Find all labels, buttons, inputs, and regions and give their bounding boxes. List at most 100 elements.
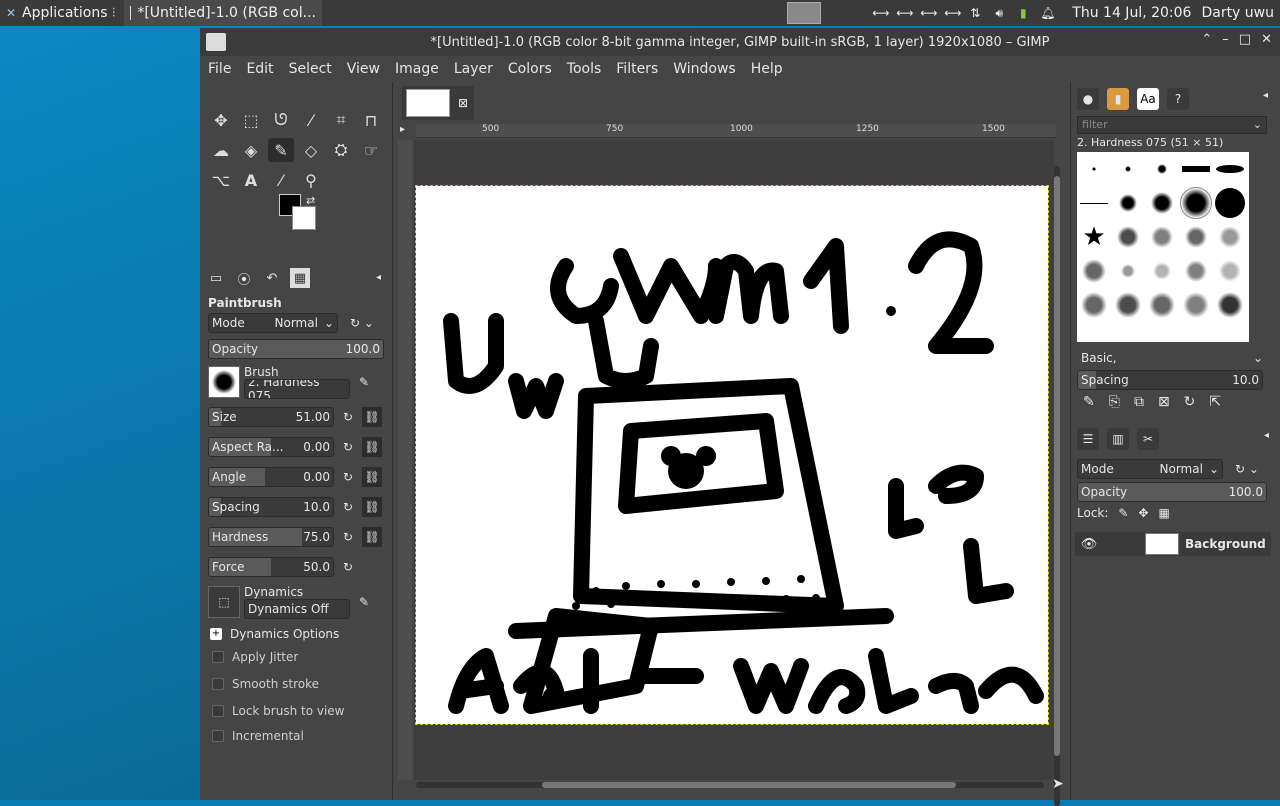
network-icon[interactable]: ⟷ [896, 6, 913, 20]
size-slider[interactable]: Size 51.00 [208, 407, 334, 427]
menu-filters[interactable]: Filters [616, 61, 658, 77]
angle-slider[interactable]: Angle 0.00 [208, 467, 334, 487]
brush-item[interactable] [1153, 262, 1171, 280]
panel-menu-icon[interactable]: ◂ [1264, 430, 1269, 441]
brush-item[interactable] [1217, 292, 1243, 318]
minimize-button[interactable]: – [1222, 32, 1229, 47]
brush-spacing-slider[interactable]: Spacing 10.0 [1077, 370, 1263, 390]
smooth-stroke-checkbox[interactable]: Smooth stroke [212, 677, 392, 691]
reset-icon[interactable]: ↻ [338, 527, 358, 547]
layer-mode-select[interactable]: Mode Normal ⌄ [1077, 459, 1223, 479]
close-tab-icon[interactable]: ⊠ [458, 96, 468, 110]
edit-brush-icon[interactable]: ✎ [1083, 394, 1095, 410]
bucket-fill-tool-icon[interactable]: ◈ [238, 138, 264, 162]
link-icon[interactable]: ⛓ [362, 497, 382, 517]
menu-help[interactable]: Help [751, 61, 783, 77]
menu-file[interactable]: File [208, 61, 231, 77]
brush-item[interactable] [1219, 260, 1241, 282]
unified-transform-tool-icon[interactable]: ⊓ [358, 108, 384, 132]
force-slider[interactable]: Force 50.0 [208, 557, 334, 577]
move-tool-icon[interactable]: ✥ [208, 108, 234, 132]
refresh-brushes-icon[interactable]: ↻ [1184, 394, 1196, 410]
reset-icon[interactable]: ↻ [338, 437, 358, 457]
window-titlebar[interactable]: *[Untitled]-1.0 (RGB color 8-bit gamma i… [200, 28, 1280, 56]
crop-tool-icon[interactable]: ⌗ [328, 108, 354, 132]
lock-brush-checkbox[interactable]: Lock brush to view [212, 704, 392, 718]
zoom-tool-icon[interactable]: ⚲ [298, 168, 324, 192]
network-icon[interactable]: ⟷ [944, 6, 961, 20]
brushes-tab-icon[interactable]: ● [1077, 88, 1099, 110]
brush-item[interactable] [1219, 226, 1241, 248]
brush-item[interactable] [1121, 264, 1135, 278]
fuzzy-select-tool-icon[interactable]: ⁄ [298, 108, 324, 132]
reset-icon[interactable]: ↻ [338, 557, 358, 577]
workspace-pager[interactable] [787, 2, 821, 24]
brush-item[interactable] [1119, 194, 1137, 212]
brush-item[interactable] [1151, 226, 1173, 248]
layer-row-background[interactable]: 👁︎ Background [1075, 532, 1271, 556]
applications-menu[interactable]: ✕ Applications ⁝ [0, 0, 120, 26]
brush-item[interactable] [1183, 292, 1209, 318]
panel-menu-icon[interactable]: ◂ [1263, 90, 1268, 101]
new-brush-icon[interactable]: ⎘ [1109, 394, 1120, 410]
mode-select[interactable]: Mode Normal ⌄ [208, 313, 338, 333]
brush-name-field[interactable]: 2. Hardness 075 [244, 379, 350, 399]
network-icon[interactable]: ⟷ [872, 6, 889, 20]
color-picker-tool-icon[interactable]: ⁄ [268, 168, 294, 192]
maximize-button[interactable]: □ [1239, 32, 1251, 47]
taskbar-gimp-window[interactable]: *[Untitled]-1.0 (RGB col... [123, 0, 322, 26]
brush-item[interactable]: ★ [1082, 222, 1105, 252]
eye-icon[interactable]: 👁︎ [1075, 537, 1103, 552]
device-status-tab-icon[interactable]: ⦿ [234, 268, 254, 288]
drawing-canvas[interactable] [415, 185, 1049, 725]
open-as-image-icon[interactable]: ⇱ [1209, 394, 1221, 410]
layers-tab-icon[interactable]: ☰ [1077, 428, 1099, 450]
clock[interactable]: Thu 14 Jul, 20:06 [1072, 5, 1191, 21]
brush-item[interactable] [1215, 188, 1245, 218]
brush-grid[interactable]: ★ [1077, 152, 1249, 342]
brush-item[interactable] [1157, 164, 1167, 174]
images-tab-icon[interactable]: ▦ [290, 268, 310, 288]
brush-item[interactable] [1092, 167, 1096, 171]
rect-select-tool-icon[interactable]: ⬚ [238, 108, 264, 132]
incremental-checkbox[interactable]: Incremental [212, 729, 392, 743]
menu-layer[interactable]: Layer [454, 61, 493, 77]
brush-item[interactable] [1117, 226, 1139, 248]
lock-pixels-icon[interactable]: ✎ [1118, 506, 1128, 520]
link-icon[interactable]: ⛓ [362, 407, 382, 427]
horizontal-scrollbar[interactable] [416, 782, 1044, 788]
lock-alpha-icon[interactable]: ▦ [1159, 506, 1170, 520]
apply-jitter-checkbox[interactable]: Apply Jitter [212, 650, 392, 664]
brush-item[interactable] [1185, 260, 1207, 282]
panel-menu-icon[interactable]: ◂ [376, 272, 381, 283]
network-icon[interactable]: ⟷ [920, 6, 937, 20]
channels-tab-icon[interactable]: ▥ [1107, 428, 1129, 450]
menu-tools[interactable]: Tools [567, 61, 602, 77]
swap-colors-icon[interactable]: ⇄ [306, 194, 315, 207]
brush-item[interactable] [1115, 292, 1141, 318]
spacing-slider[interactable]: Spacing 10.0 [208, 497, 334, 517]
aspect-ratio-slider[interactable]: Aspect Ra... 0.00 [208, 437, 334, 457]
menu-image[interactable]: Image [395, 61, 439, 77]
brush-item[interactable] [1180, 187, 1212, 219]
fonts-tab-icon[interactable]: Aa [1137, 88, 1159, 110]
tool-options-tab-icon[interactable]: ▭ [206, 268, 226, 288]
warp-tool-icon[interactable]: ☁ [208, 138, 234, 162]
help-tab-icon[interactable]: ? [1167, 88, 1189, 110]
brush-item[interactable] [1082, 259, 1106, 283]
text-tool-icon[interactable]: A [238, 168, 264, 192]
brush-preview[interactable] [208, 366, 240, 398]
lasso-tool-icon[interactable]: ᘎ [268, 108, 294, 132]
menu-select[interactable]: Select [289, 61, 332, 77]
lock-position-icon[interactable]: ✥ [1138, 506, 1148, 520]
link-icon[interactable]: ⛓ [362, 437, 382, 457]
duplicate-brush-icon[interactable]: ⧉ [1134, 394, 1144, 410]
notification-bell-icon[interactable]: 🔔︎ [1040, 6, 1055, 20]
transfer-arrows-icon[interactable]: ⇅ [968, 6, 982, 20]
paths-tool-icon[interactable]: ⌥ [208, 168, 234, 192]
opacity-slider[interactable]: Opacity 100.0 [208, 339, 384, 359]
paths-tab-icon[interactable]: ✂ [1137, 428, 1159, 450]
dynamics-name-field[interactable]: Dynamics Off [244, 599, 350, 619]
edit-dynamics-icon[interactable]: ✎ [354, 592, 374, 612]
brush-item[interactable] [1185, 226, 1207, 248]
